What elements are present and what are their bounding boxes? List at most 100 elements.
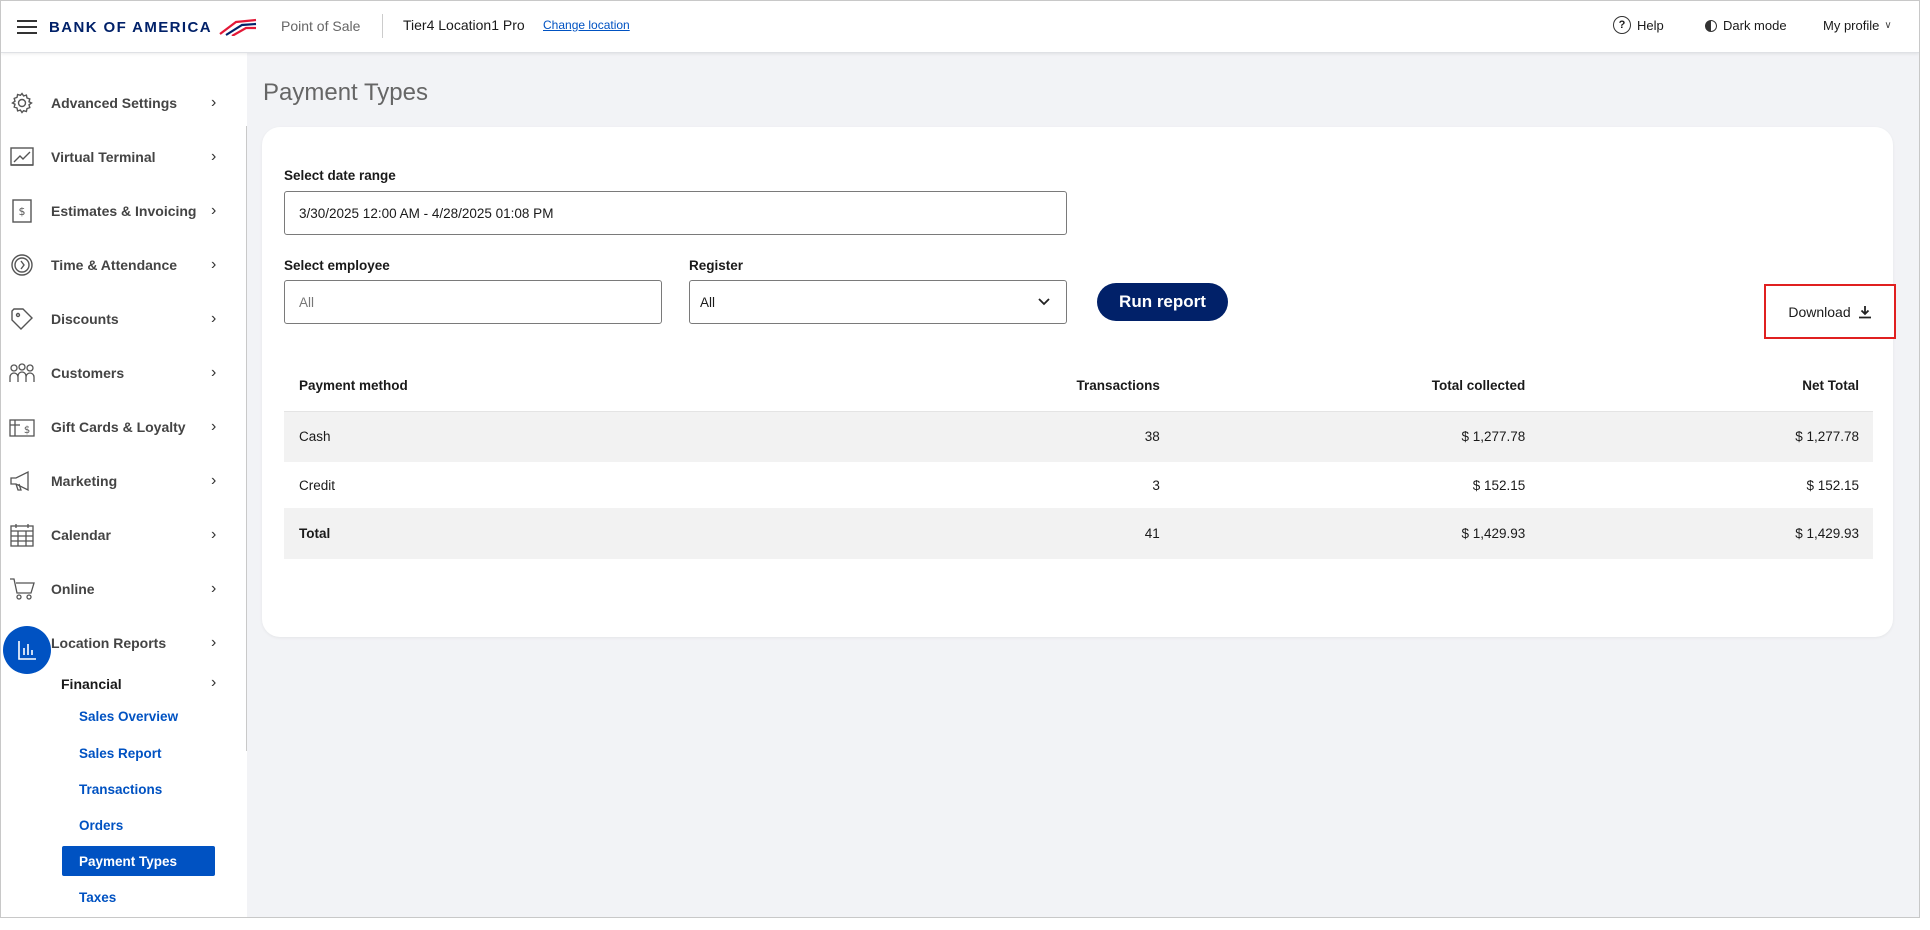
sidebar-item-online[interactable]: Online › [1,569,239,609]
tag-icon [9,306,35,332]
transactions-cell: 41 [919,508,1174,559]
net-total-cell: $ 1,429.93 [1539,508,1873,559]
bar-chart-icon [3,626,51,674]
sidebar-item-label: Estimates & Invoicing [51,203,197,219]
page-title: Payment Types [263,79,428,106]
sidebar-item-label: Virtual Terminal [51,149,156,165]
payment-method-cell: Cash [284,411,920,462]
date-range-label: Select date range [284,168,396,183]
sidebar-item-label: Advanced Settings [51,95,178,111]
sidebar-item-customers[interactable]: Customers › [1,353,239,393]
sidebar-item-marketing[interactable]: Marketing › [1,461,239,501]
register-select[interactable]: All [689,280,1067,324]
table-total-row: Total 41 $ 1,429.93 $ 1,429.93 [284,508,1873,559]
sidebar-item-calendar[interactable]: Calendar › [1,515,239,555]
table-row: Cash 38 $ 1,277.78 $ 1,277.78 [284,411,1873,462]
total-collected-cell: $ 152.15 [1173,462,1540,508]
app-window: Advanced Settings › Virtual Terminal › $… [0,0,1920,918]
payment-method-cell: Credit [284,462,920,508]
total-collected-cell: $ 1,429.93 [1173,508,1540,559]
table-header-row: Payment method Transactions Total collec… [284,361,1873,412]
chevron-right-icon: › [211,364,217,381]
chevron-right-icon: › [211,148,217,165]
sidebar-item-gift-cards-loyalty[interactable]: $ Gift Cards & Loyalty › [1,407,239,447]
download-icon [1858,305,1871,318]
sidebar-subitem-transactions[interactable]: Transactions [62,774,215,804]
location-name: Tier4 Location1 Pro [403,17,525,33]
megaphone-icon [9,468,35,494]
column-header: Payment method [284,361,920,412]
sidebar-subitem-payment-types[interactable]: Payment Types [62,846,215,876]
register-label: Register [689,258,744,273]
sidebar-subitem-orders[interactable]: Orders [62,810,215,840]
table-row: Credit 3 $ 152.15 $ 152.15 [284,462,1873,508]
column-header: Transactions [919,361,1174,412]
chevron-right-icon: › [211,580,217,597]
sidebar-item-advanced-settings[interactable]: Advanced Settings › [1,83,239,123]
sidebar-item-estimates-invoicing[interactable]: $ Estimates & Invoicing › [1,191,239,231]
sidebar-item-location-reports[interactable]: Location Reports › [1,623,239,674]
help-button[interactable]: ? Help [1613,16,1664,34]
sidebar-scrollbar[interactable] [246,126,247,751]
employee-label: Select employee [284,258,390,273]
sidebar-item-time-attendance[interactable]: Time & Attendance › [1,245,239,285]
chevron-right-icon: › [211,202,217,219]
dark-mode-label: Dark mode [1723,18,1787,33]
contrast-icon [1705,19,1717,32]
transactions-cell: 38 [919,411,1174,462]
total-collected-cell: $ 1,277.78 [1173,411,1540,462]
column-header: Total collected [1173,361,1540,412]
run-report-button[interactable]: Run report [1097,283,1228,321]
svg-text:$: $ [19,205,26,218]
chevron-right-icon: › [211,94,217,111]
sidebar-item-label: Gift Cards & Loyalty [51,419,186,435]
help-icon: ? [1613,16,1631,34]
sidebar-subitem-sales-overview[interactable]: Sales Overview [62,701,215,731]
download-button[interactable]: Download [1764,284,1896,339]
column-header: Net Total [1539,361,1873,412]
people-icon [9,360,35,386]
sidebar: Advanced Settings › Virtual Terminal › $… [1,1,247,917]
top-header: BANK OF AMERICA Point of Sale Tier4 Loca… [1,1,1919,53]
sidebar-item-virtual-terminal[interactable]: Virtual Terminal › [1,137,239,177]
sidebar-subitem-sales-report[interactable]: Sales Report [62,738,215,768]
net-total-cell: $ 152.15 [1539,462,1873,508]
sidebar-item-label: Discounts [51,311,119,327]
employee-input[interactable] [284,280,662,324]
payment-types-table: Payment method Transactions Total collec… [284,361,1873,559]
calendar-icon [9,522,35,548]
payment-method-cell: Total [284,508,920,559]
flag-logo-icon [219,18,257,36]
change-location-link[interactable]: Change location [543,18,630,32]
net-total-cell: $ 1,277.78 [1539,411,1873,462]
profile-menu[interactable]: My profile ∨ [1823,18,1892,33]
sidebar-section-financial[interactable]: Financial [61,676,122,692]
sidebar-subitem-taxes[interactable]: Taxes [62,882,215,912]
dark-mode-toggle[interactable]: Dark mode [1705,18,1787,33]
help-label: Help [1637,17,1664,33]
terminal-icon [9,144,35,170]
invoice-icon: $ [9,198,35,224]
sidebar-item-label: Online [51,581,95,597]
gift-card-icon: $ [9,414,35,440]
chevron-right-icon: › [211,256,217,273]
menu-icon[interactable] [17,20,37,34]
header-divider [382,14,383,38]
register-select-value: All [700,294,716,310]
sidebar-item-label: Calendar [51,527,111,543]
download-label: Download [1788,303,1851,320]
sidebar-item-discounts[interactable]: Discounts › [1,299,239,339]
chevron-right-icon: › [211,674,217,691]
date-range-input[interactable] [284,191,1067,235]
sidebar-item-label: Marketing [51,473,118,489]
profile-label: My profile [1823,18,1880,33]
chevron-down-icon [1038,298,1050,306]
gear-icon [9,90,35,116]
chevron-down-icon: ∨ [1884,20,1892,31]
app-label: Point of Sale [281,18,361,34]
svg-text:$: $ [24,425,30,436]
sidebar-item-label: Location Reports [51,635,167,651]
brand-name: BANK OF AMERICA [49,18,212,36]
chevron-right-icon: › [211,526,217,543]
sidebar-item-label: Time & Attendance [51,257,178,273]
